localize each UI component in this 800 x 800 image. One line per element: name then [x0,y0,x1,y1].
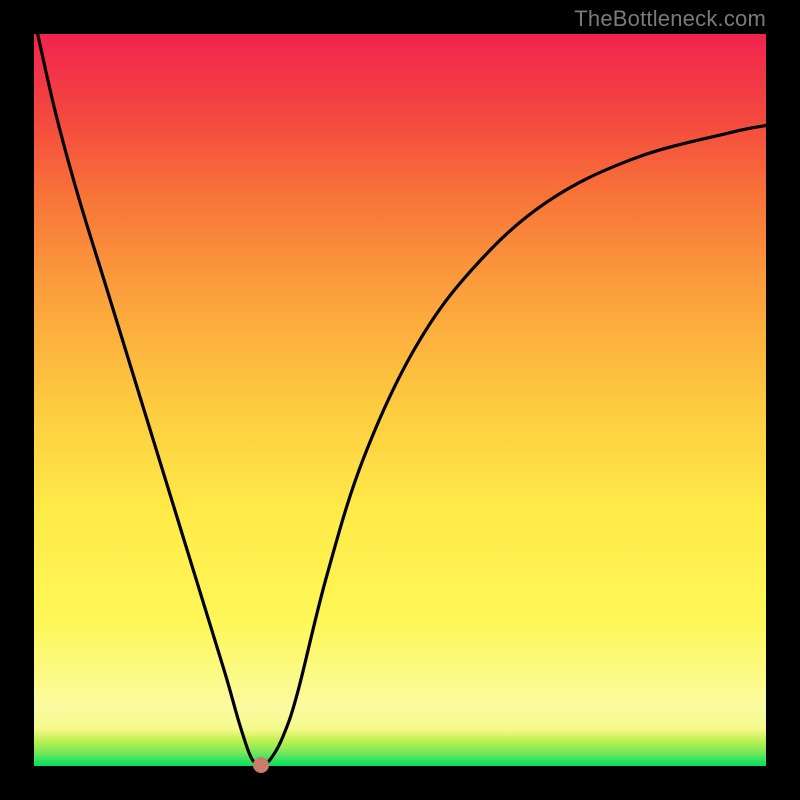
watermark-text: TheBottleneck.com [574,6,766,32]
chart-frame: TheBottleneck.com [0,0,800,800]
curve-svg [34,34,766,766]
bottleneck-curve-path [38,34,766,765]
minimum-marker-dot [253,757,269,773]
plot-area [34,34,766,766]
